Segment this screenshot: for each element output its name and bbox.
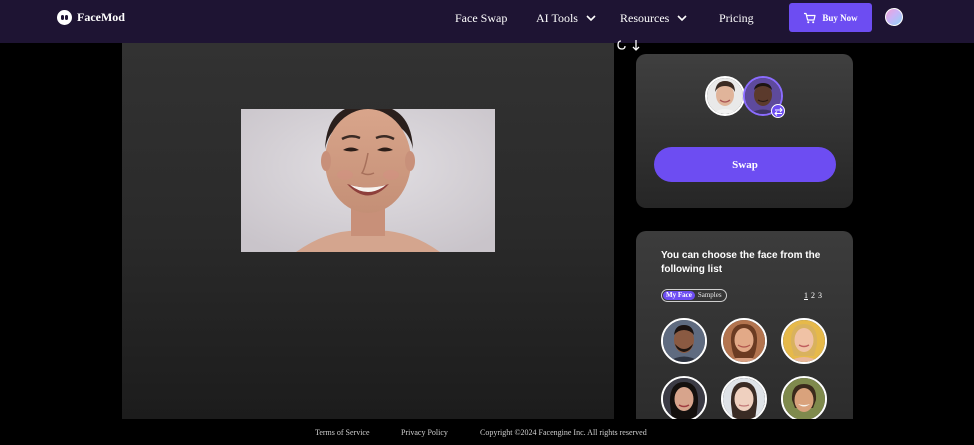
face-option[interactable] bbox=[721, 318, 767, 364]
user-avatar[interactable] bbox=[885, 8, 903, 26]
tab-my-face[interactable]: My Face bbox=[663, 291, 695, 300]
nav-resources[interactable]: Resources bbox=[620, 10, 688, 26]
terms-link[interactable]: Terms of Service bbox=[315, 428, 370, 437]
face-option[interactable] bbox=[661, 318, 707, 364]
face-thumbnail bbox=[663, 320, 705, 362]
nav-face-swap[interactable]: Face Swap bbox=[455, 10, 507, 26]
face-option[interactable] bbox=[661, 376, 707, 419]
buy-now-label: Buy Now bbox=[822, 12, 858, 23]
nav-face-swap-label: Face Swap bbox=[455, 10, 508, 25]
cart-icon bbox=[804, 12, 816, 23]
nav-ai-tools[interactable]: AI Tools bbox=[536, 10, 597, 26]
brand-logo[interactable]: FaceMod bbox=[57, 9, 125, 25]
smiling-woman-photo bbox=[241, 109, 495, 252]
face-list-heading: You can choose the face from the followi… bbox=[661, 250, 821, 275]
top-navbar: FaceMod Face Swap AI Tools Resources Pri… bbox=[0, 0, 974, 43]
face-thumbnail bbox=[723, 320, 765, 362]
page-1[interactable]: 1 bbox=[804, 291, 808, 300]
undo-redo-icon[interactable] bbox=[616, 38, 644, 52]
nav-resources-label: Resources bbox=[620, 10, 670, 25]
face-thumbnail bbox=[723, 378, 765, 419]
pagination: 1 2 3 bbox=[804, 291, 822, 300]
face-option[interactable] bbox=[781, 318, 827, 364]
face-thumbnail bbox=[783, 378, 825, 419]
facemod-logo-icon bbox=[57, 9, 72, 25]
swap-button[interactable]: Swap bbox=[654, 147, 836, 182]
buy-now-button[interactable]: Buy Now bbox=[789, 3, 872, 32]
face-option[interactable] bbox=[781, 376, 827, 419]
page-2[interactable]: 2 bbox=[811, 291, 815, 300]
chevron-down-icon bbox=[586, 15, 596, 22]
preview-stage bbox=[122, 43, 614, 419]
source-face-avatar[interactable] bbox=[705, 76, 745, 116]
swap-panel: Swap bbox=[636, 54, 853, 208]
preview-image bbox=[241, 109, 495, 252]
footer: Terms of Service Privacy Policy Copyrigh… bbox=[0, 419, 974, 445]
privacy-link[interactable]: Privacy Policy bbox=[401, 428, 448, 437]
face-source-toggle: My Face Samples bbox=[661, 289, 727, 302]
swap-arrows-icon bbox=[771, 104, 785, 118]
face-thumbnail bbox=[783, 320, 825, 362]
brand-name: FaceMod bbox=[77, 9, 125, 24]
chevron-down-icon bbox=[677, 15, 687, 22]
nav-pricing-label: Pricing bbox=[719, 10, 754, 25]
source-face-image bbox=[707, 78, 743, 114]
copyright-text: Copyright ©2024 Facengine Inc. All right… bbox=[480, 428, 647, 437]
selected-faces bbox=[705, 76, 787, 120]
nav-ai-tools-label: AI Tools bbox=[536, 10, 578, 25]
face-list-panel: You can choose the face from the followi… bbox=[636, 231, 853, 419]
tab-samples[interactable]: Samples bbox=[695, 291, 725, 300]
nav-pricing[interactable]: Pricing bbox=[719, 10, 754, 26]
face-thumbnail bbox=[663, 378, 705, 419]
face-option[interactable] bbox=[721, 376, 767, 419]
page-3[interactable]: 3 bbox=[818, 291, 822, 300]
